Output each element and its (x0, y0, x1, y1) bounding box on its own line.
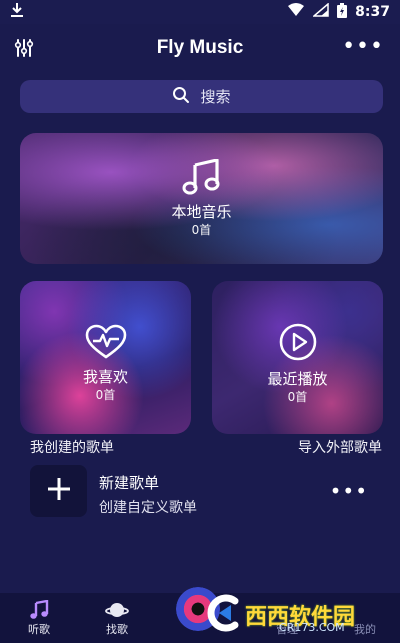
status-bar: 8:37 (0, 0, 400, 24)
recent-play-label: 最近播放 (267, 370, 328, 388)
watermark-url: CR173.COM (279, 621, 345, 634)
search-bar[interactable]: 搜索 (20, 80, 383, 113)
more-options-icon[interactable]: ••• (342, 34, 384, 59)
new-playlist-title: 新建歌单 (99, 474, 160, 492)
new-playlist-row[interactable]: 新建歌单 创建自定义歌单 ••• (30, 465, 382, 517)
tab-find-label: 找歌 (106, 623, 128, 636)
favorites-card[interactable]: 我喜欢 0首 (20, 281, 191, 434)
download-icon (10, 2, 24, 22)
battery-icon (337, 2, 348, 22)
local-music-card[interactable]: 本地音乐 0首 (20, 133, 383, 264)
watermark-logo: 西西软件园 CR173.COM (205, 593, 380, 637)
recent-play-count: 0首 (287, 390, 308, 404)
planet-icon (105, 599, 129, 621)
new-playlist-subtitle: 创建自定义歌单 (99, 500, 197, 516)
tab-listen-label: 听歌 (28, 623, 50, 636)
music-note-icon (182, 158, 222, 199)
import-playlists-link[interactable]: 导入外部歌单 (298, 437, 382, 457)
my-playlists-label: 我创建的歌单 (30, 440, 114, 456)
favorites-count: 0首 (95, 388, 116, 402)
recent-play-card[interactable]: 最近播放 0首 (212, 281, 383, 434)
status-icons: 8:37 (287, 2, 390, 22)
equalizer-icon[interactable] (14, 38, 34, 58)
tab-find[interactable]: 找歌 (92, 599, 142, 637)
local-music-label: 本地音乐 (171, 203, 232, 221)
app-title: Fly Music (156, 37, 244, 58)
wifi-icon (287, 3, 305, 21)
signal-icon (312, 2, 329, 21)
music-note-icon (29, 599, 49, 621)
search-icon (172, 86, 190, 108)
tab-listen[interactable]: 听歌 (14, 599, 64, 637)
app-bar: Fly Music ••• (0, 26, 400, 70)
heart-pulse-icon (85, 324, 127, 364)
search-placeholder: 搜索 (200, 88, 231, 106)
more-options-icon[interactable]: ••• (330, 479, 368, 503)
favorites-label: 我喜欢 (82, 368, 128, 386)
play-circle-icon (278, 322, 318, 366)
plus-icon (47, 477, 71, 505)
add-playlist-button[interactable] (30, 465, 87, 517)
watermark-c-icon (205, 593, 241, 637)
local-music-count: 0首 (191, 223, 212, 237)
status-time: 8:37 (355, 4, 390, 20)
